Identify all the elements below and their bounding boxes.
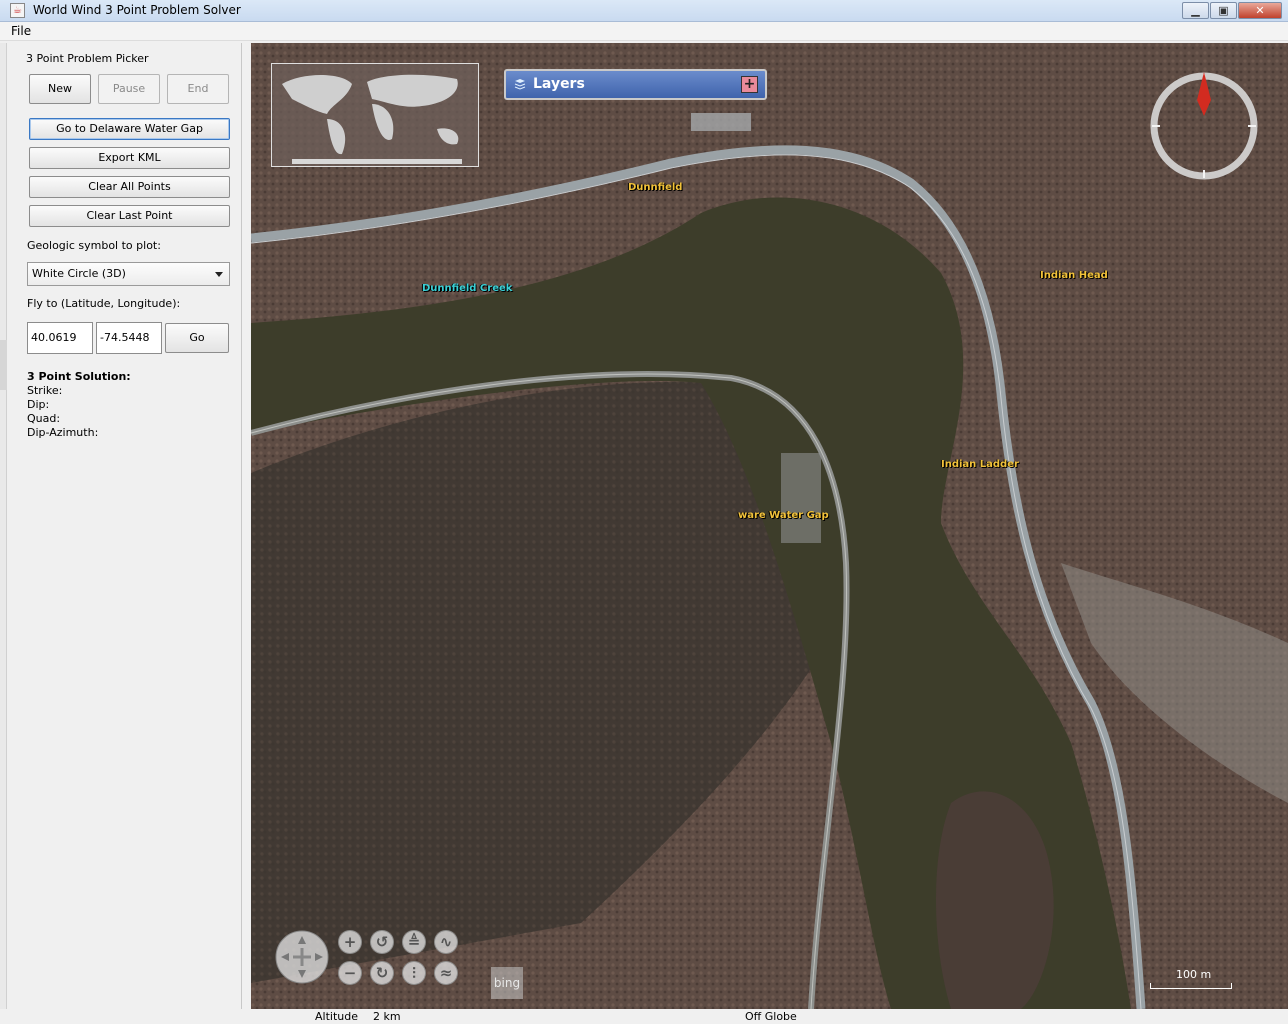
layers-icon (514, 79, 526, 90)
bing-logo: bing (491, 967, 523, 999)
world-overview-map[interactable] (271, 63, 479, 167)
altitude-value: 2 km (373, 1010, 401, 1023)
scale-bar-line (1150, 983, 1232, 989)
zoom-in-icon[interactable]: + (338, 930, 362, 954)
globe-viewport[interactable]: Layers + Dunnfield Dunnfield Creek India… (251, 43, 1288, 1009)
clear-last-point-button[interactable]: Clear Last Point (29, 205, 230, 227)
tilt-up-icon[interactable]: ≜ (402, 930, 426, 954)
title-bar: ☕ World Wind 3 Point Problem Solver ▁ ▣ … (0, 0, 1288, 22)
place-label-indian-head: Indian Head (1040, 270, 1108, 281)
place-label-water-gap: ware Water Gap (738, 510, 829, 521)
panel-edge-strip (0, 43, 7, 1009)
minimize-button[interactable]: ▁ (1182, 2, 1209, 19)
status-bar: Altitude 2 km Off Globe (0, 1009, 1288, 1024)
menu-file[interactable]: File (11, 24, 31, 38)
goto-water-gap-button[interactable]: Go to Delaware Water Gap (29, 118, 230, 140)
place-label-dunnfield: Dunnfield (628, 182, 683, 193)
scale-bar: 100 m (1148, 967, 1234, 989)
rotate-right-icon[interactable]: ↻ (370, 961, 394, 985)
quad-label: Quad: (27, 412, 61, 425)
place-label-indian-ladder: Indian Ladder (941, 459, 1019, 470)
tilt-down-icon[interactable]: ⫶ (402, 961, 426, 985)
export-kml-button[interactable]: Export KML (29, 147, 230, 169)
strike-label: Strike: (27, 384, 63, 397)
altitude-label: Altitude (315, 1010, 358, 1023)
scale-label: 100 m (1176, 968, 1212, 981)
layers-panel[interactable]: Layers + (504, 69, 767, 100)
java-app-icon: ☕ (10, 3, 25, 18)
layers-expand-button[interactable]: + (741, 76, 758, 93)
zoom-out-icon[interactable]: − (338, 961, 362, 985)
dip-azimuth-label: Dip-Azimuth: (27, 426, 99, 439)
flyto-label: Fly to (Latitude, Longitude): (27, 297, 181, 310)
rotate-left-icon[interactable]: ↺ (370, 930, 394, 954)
new-button[interactable]: New (29, 74, 91, 104)
layers-title: Layers (533, 76, 585, 92)
vertical-exaggeration-up-icon[interactable]: ∿ (434, 930, 458, 954)
solution-title: 3 Point Solution: (27, 370, 131, 383)
dip-label: Dip: (27, 398, 50, 411)
chevron-down-icon (215, 272, 223, 277)
pan-control-icon[interactable] (273, 928, 331, 986)
edge-marker (0, 340, 7, 390)
picker-title: 3 Point Problem Picker (26, 52, 149, 65)
place-label-dunnfield-creek: Dunnfield Creek (422, 283, 513, 294)
longitude-field[interactable]: -74.5448 (96, 322, 162, 354)
clear-all-points-button[interactable]: Clear All Points (29, 176, 230, 198)
maximize-button[interactable]: ▣ (1210, 2, 1237, 19)
window-title: World Wind 3 Point Problem Solver (33, 3, 241, 17)
window-controls: ▁ ▣ ✕ (1181, 2, 1282, 19)
vertical-exaggeration-down-icon[interactable]: ≈ (434, 961, 458, 985)
go-button[interactable]: Go (165, 323, 229, 353)
symbol-select[interactable]: White Circle (3D) (27, 262, 230, 286)
control-panel: 3 Point Problem Picker New Pause End Go … (8, 43, 242, 1009)
aerial-imagery (251, 43, 1288, 1009)
world-map-icon (282, 74, 462, 164)
compass-icon[interactable] (1148, 70, 1260, 182)
globe-status: Off Globe (745, 1010, 797, 1023)
pause-button[interactable]: Pause (98, 74, 160, 104)
symbol-selected-value: White Circle (3D) (32, 267, 126, 280)
symbol-label: Geologic symbol to plot: (27, 239, 161, 252)
latitude-field[interactable]: 40.0619 (27, 322, 93, 354)
end-button[interactable]: End (167, 74, 229, 104)
close-button[interactable]: ✕ (1238, 2, 1282, 19)
menu-bar: File (0, 22, 1288, 41)
